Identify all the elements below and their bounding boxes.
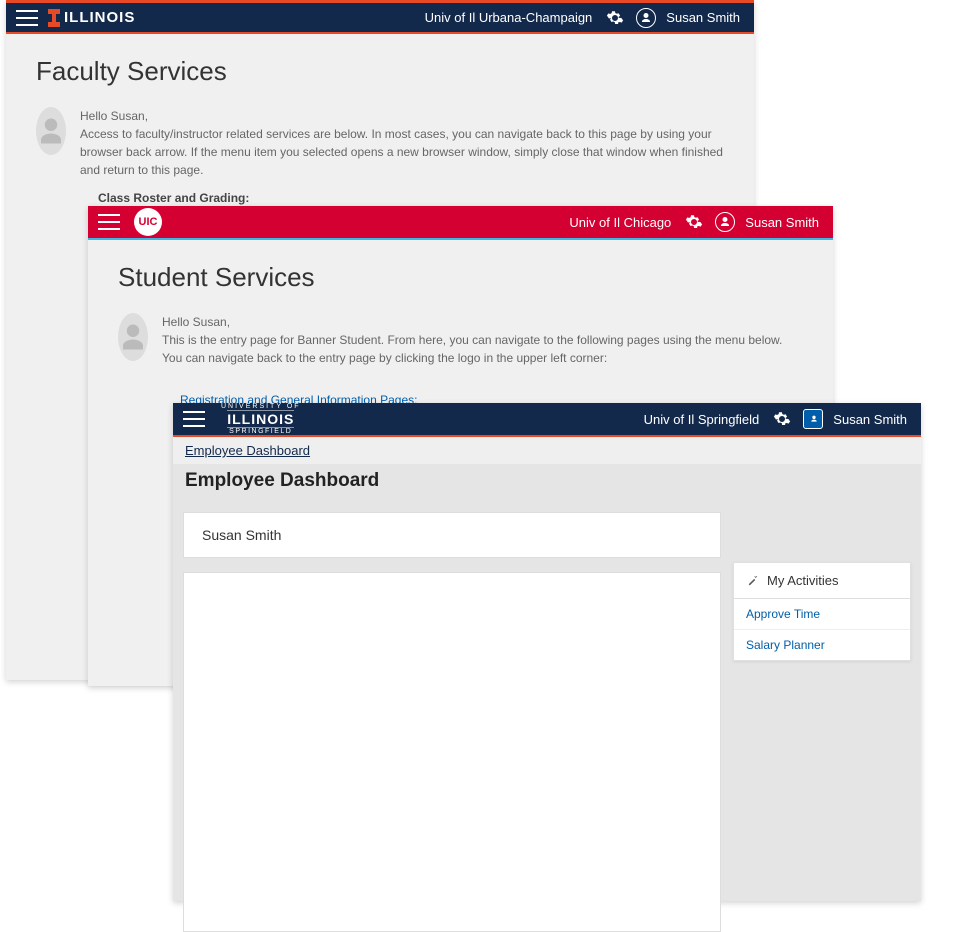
intro-text: Access to faculty/instructor related ser…	[80, 125, 724, 179]
hamburger-icon[interactable]	[183, 411, 205, 427]
intro-text: This is the entry page for Banner Studen…	[162, 331, 803, 367]
page-title: Faculty Services	[36, 56, 724, 87]
activities-title: My Activities	[767, 573, 839, 588]
person-icon	[36, 116, 66, 146]
brand-bot: SPRINGFIELD	[229, 428, 292, 435]
user-name: Susan Smith	[666, 10, 740, 25]
campus-label: Univ of Il Chicago	[569, 215, 671, 230]
gear-icon[interactable]	[773, 410, 791, 428]
avatar	[36, 107, 66, 155]
profile-icon[interactable]	[715, 212, 735, 232]
user-name: Susan Smith	[833, 412, 907, 427]
brand-mid: ILLINOIS	[227, 410, 294, 428]
gear-icon[interactable]	[606, 9, 624, 27]
breadcrumb-link[interactable]: Employee Dashboard	[185, 443, 310, 458]
profile-icon[interactable]	[803, 409, 823, 429]
campus-label: Univ of Il Springfield	[644, 412, 760, 427]
uis-logo[interactable]: UNIVERSITY OF ILLINOIS SPRINGFIELD	[221, 403, 301, 435]
page-title: Student Services	[118, 262, 803, 293]
greeting: Hello Susan,	[162, 313, 803, 331]
greeting: Hello Susan,	[80, 107, 724, 125]
illinois-logo[interactable]: ILLINOIS	[48, 9, 135, 27]
wand-icon	[746, 574, 759, 587]
avatar	[118, 313, 148, 361]
topbar-student: UIC Univ of Il Chicago Susan Smith	[88, 206, 833, 240]
campus-label: Univ of Il Urbana-Champaign	[425, 10, 593, 25]
person-icon	[118, 322, 148, 352]
main-panel	[183, 572, 721, 932]
link-salary-planner[interactable]: Salary Planner	[734, 629, 910, 660]
breadcrumb: Employee Dashboard	[173, 437, 921, 464]
gear-icon[interactable]	[685, 213, 703, 231]
section-class-roster: Class Roster and Grading:	[98, 191, 724, 205]
block-i-icon	[48, 9, 60, 27]
activities-header: My Activities	[734, 563, 910, 599]
topbar-employee: UNIVERSITY OF ILLINOIS SPRINGFIELD Univ …	[173, 403, 921, 437]
link-approve-time[interactable]: Approve Time	[734, 599, 910, 629]
hamburger-icon[interactable]	[16, 10, 38, 26]
activities-card: My Activities Approve Time Salary Planne…	[733, 562, 911, 661]
user-name: Susan Smith	[745, 215, 819, 230]
topbar-faculty: ILLINOIS Univ of Il Urbana-Champaign Sus…	[6, 0, 754, 34]
brand-top: UNIVERSITY OF	[221, 403, 301, 410]
brand-text: ILLINOIS	[64, 9, 135, 26]
name-card: Susan Smith	[183, 512, 721, 558]
profile-icon[interactable]	[636, 8, 656, 28]
uic-logo[interactable]: UIC	[134, 208, 162, 236]
employee-window: UNIVERSITY OF ILLINOIS SPRINGFIELD Univ …	[173, 403, 921, 901]
page-title: Employee Dashboard	[173, 464, 921, 502]
hamburger-icon[interactable]	[98, 214, 120, 230]
